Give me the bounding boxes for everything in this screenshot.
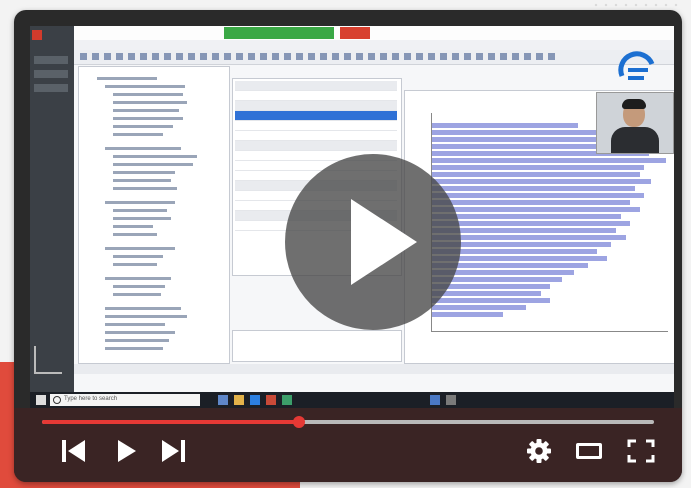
skip-previous-icon xyxy=(68,440,85,462)
theater-mode-button[interactable] xyxy=(574,438,608,464)
chart-bar xyxy=(432,172,640,177)
taskbar-app-icon[interactable] xyxy=(266,395,276,405)
chart-bar xyxy=(432,193,645,198)
app-statusbar xyxy=(74,364,674,374)
desktop-tool xyxy=(34,56,68,64)
chart-bar xyxy=(432,312,503,317)
taskbar-app-icon[interactable] xyxy=(234,395,244,405)
windows-start-icon[interactable] xyxy=(36,395,46,405)
chart-bar xyxy=(432,235,626,240)
progress-knob[interactable] xyxy=(293,416,306,428)
gear-icon xyxy=(527,439,551,463)
chart-bar xyxy=(432,214,621,219)
chart-bar xyxy=(432,221,631,226)
player-controls xyxy=(14,408,682,482)
settings-button[interactable] xyxy=(524,438,554,464)
fullscreen-button[interactable] xyxy=(626,438,656,464)
presenter-webcam xyxy=(596,92,674,154)
skip-next-button[interactable] xyxy=(162,438,188,464)
chart-bar xyxy=(432,298,550,303)
play-icon xyxy=(351,199,417,285)
big-play-button[interactable] xyxy=(285,154,461,330)
fullscreen-icon xyxy=(627,439,655,463)
channel-logo-icon xyxy=(618,51,655,80)
desktop-tool xyxy=(34,84,68,92)
properties-help-box xyxy=(232,330,402,362)
video-player[interactable]: Type here to search xyxy=(14,10,682,482)
chart-bar xyxy=(432,179,652,184)
theater-mode-icon xyxy=(576,443,602,459)
taskbar-app-icon[interactable] xyxy=(250,395,260,405)
search-icon xyxy=(53,396,61,404)
chart-bar xyxy=(432,305,527,310)
desktop-side-panel xyxy=(30,26,74,392)
desktop-tool xyxy=(34,70,68,78)
chart-bar xyxy=(432,291,541,296)
app-toolbar xyxy=(74,50,674,65)
progress-bar[interactable] xyxy=(42,416,654,428)
app-logo-icon xyxy=(32,30,42,40)
app-titlebar xyxy=(74,26,674,41)
skip-previous-button[interactable] xyxy=(62,438,88,464)
chart-bar xyxy=(432,200,631,205)
presenter-hair xyxy=(622,99,646,109)
play-button[interactable] xyxy=(116,438,138,464)
chart-bar xyxy=(432,158,666,163)
presenter-body xyxy=(611,127,659,153)
progress-fill xyxy=(42,420,300,424)
taskbar-search-input[interactable]: Type here to search xyxy=(50,394,200,406)
skip-next-icon xyxy=(162,440,179,462)
recording-indicator xyxy=(224,27,334,39)
chart-bar xyxy=(432,123,579,128)
taskbar-search-placeholder: Type here to search xyxy=(64,396,118,402)
stop-recording-indicator xyxy=(340,27,370,39)
taskbar-app-icon[interactable] xyxy=(218,395,228,405)
axis-gizmo-icon xyxy=(34,346,62,374)
play-icon xyxy=(118,440,136,462)
app-menubar xyxy=(74,40,674,50)
taskbar-app-icon[interactable] xyxy=(446,395,456,405)
taskbar-app-icon[interactable] xyxy=(282,395,292,405)
chart-bar xyxy=(432,186,635,191)
chart-bar xyxy=(432,165,645,170)
chart-bar xyxy=(432,207,640,212)
video-frame[interactable]: Type here to search xyxy=(30,26,674,408)
model-tree-panel xyxy=(78,66,230,364)
taskbar-app-icon[interactable] xyxy=(430,395,440,405)
windows-taskbar: Type here to search xyxy=(30,392,674,408)
